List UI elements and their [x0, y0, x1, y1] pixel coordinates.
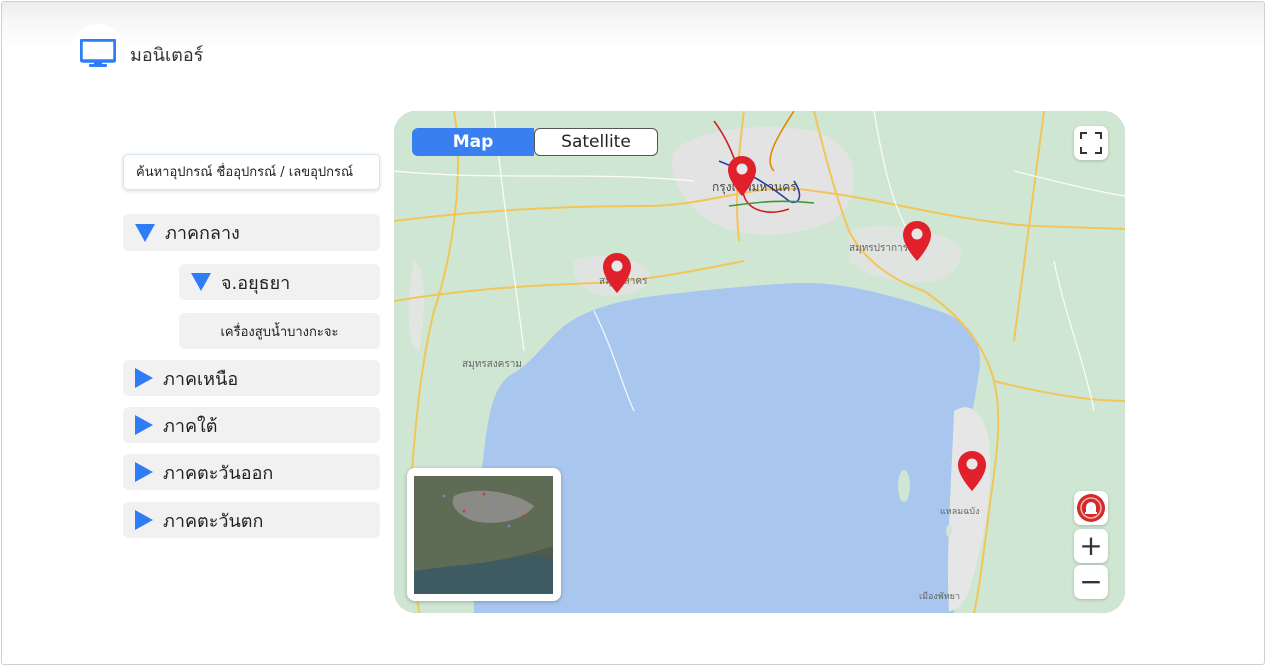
satellite-minimap[interactable]	[407, 468, 561, 601]
collapse-arrow-icon	[135, 462, 153, 482]
expand-arrow-icon	[135, 223, 155, 242]
region-item-east[interactable]: ภาคตะวันออก	[123, 454, 380, 490]
province-item-ayutthaya[interactable]: จ.อยุธยา	[179, 264, 380, 300]
device-label: เครื่องสูบน้ำบางกะจะ	[220, 324, 339, 340]
region-item-west[interactable]: ภาคตะวันตก	[123, 502, 380, 538]
logo	[72, 24, 124, 76]
page-title: มอนิเตอร์	[130, 45, 204, 66]
zoom-in-button[interactable]: +	[1074, 529, 1108, 563]
region-label: ภาคกลาง	[165, 223, 240, 244]
map-label-samut-songkhram: สมุทรสงคราม	[462, 359, 522, 370]
monitor-icon	[80, 39, 116, 67]
region-label: ภาคใต้	[163, 415, 218, 437]
alarm-icon	[1077, 494, 1105, 522]
region-label: ภาคตะวันตก	[163, 510, 264, 532]
map-view[interactable]: กรุงเทพมหานคร สมุทรปราการ สมุทรสาคร สมุท…	[394, 111, 1125, 613]
fullscreen-icon	[1080, 132, 1102, 154]
device-pin-marker[interactable]	[902, 220, 932, 262]
region-label: ภาคเหนือ	[163, 368, 239, 390]
device-pin-marker[interactable]	[602, 252, 632, 294]
fullscreen-button[interactable]	[1074, 126, 1108, 160]
region-label: ภาคตะวันออก	[163, 462, 274, 484]
device-item-bangkaja-pump[interactable]: เครื่องสูบน้ำบางกะจะ	[179, 313, 380, 349]
region-item-north[interactable]: ภาคเหนือ	[123, 360, 380, 396]
device-search-input[interactable]	[123, 154, 380, 190]
map-type-satellite-button[interactable]: Satellite	[534, 128, 658, 156]
device-pin-marker[interactable]	[957, 450, 987, 492]
collapse-arrow-icon	[135, 510, 153, 530]
map-type-map-button[interactable]: Map	[412, 128, 534, 156]
device-pin-marker[interactable]	[727, 155, 757, 197]
collapse-arrow-icon	[135, 415, 153, 435]
map-label-samut-prakan: สมุทรปราการ	[849, 243, 909, 254]
province-label: จ.อยุธยา	[221, 272, 291, 294]
app-window: มอนิเตอร์ ภาคกลาง จ.อยุธยา เครื่องสูบน้ำ…	[1, 1, 1265, 665]
map-type-toggle: Map Satellite	[412, 128, 658, 156]
map-label-laem-chabang: แหลมฉบัง	[940, 507, 980, 517]
region-item-south[interactable]: ภาคใต้	[123, 407, 380, 443]
alarm-button[interactable]	[1074, 491, 1108, 525]
satellite-thumbnail	[414, 476, 553, 594]
zoom-out-button[interactable]: −	[1074, 565, 1108, 599]
expand-arrow-icon	[191, 273, 211, 291]
map-label-pattaya: เมืองพัทยา	[919, 592, 961, 602]
region-item-central[interactable]: ภาคกลาง	[123, 214, 380, 251]
collapse-arrow-icon	[135, 368, 153, 388]
